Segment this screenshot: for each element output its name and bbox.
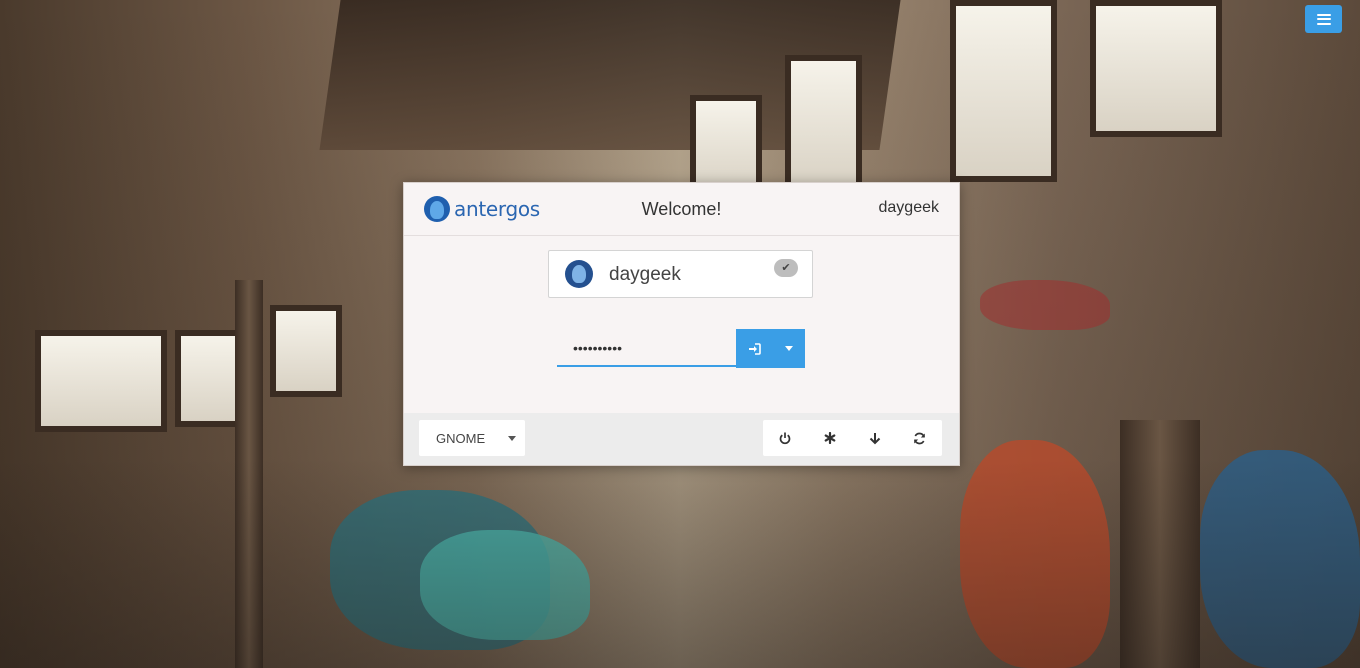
asterisk-icon — [824, 432, 836, 444]
header-username: daygeek — [878, 199, 940, 216]
arrow-down-icon — [869, 432, 881, 444]
login-dialog: antergos Welcome! daygeek daygeek ✔ GNOM… — [403, 182, 960, 466]
check-icon: ✔ — [774, 259, 798, 277]
welcome-title: Welcome! — [641, 199, 722, 219]
menu-button[interactable] — [1305, 5, 1342, 33]
chevron-down-icon — [508, 436, 516, 441]
login-options-dropdown[interactable] — [772, 329, 805, 368]
refresh-icon — [914, 432, 925, 444]
restart-button[interactable] — [897, 420, 942, 456]
hamburger-icon — [1316, 13, 1331, 25]
session-select[interactable]: GNOME — [419, 420, 525, 456]
shutdown-button[interactable] — [763, 420, 808, 456]
dialog-footer: GNOME — [404, 413, 959, 465]
user-name: daygeek — [609, 264, 681, 285]
dialog-header: antergos Welcome! daygeek — [404, 183, 959, 236]
suspend-button[interactable] — [853, 420, 898, 456]
password-input[interactable] — [557, 331, 753, 367]
login-button[interactable] — [736, 329, 772, 368]
login-button-group — [736, 329, 805, 368]
sign-in-icon — [748, 342, 761, 355]
system-actions — [763, 420, 942, 456]
power-icon — [780, 432, 791, 444]
user-selector[interactable]: daygeek ✔ — [548, 250, 813, 298]
session-label: GNOME — [436, 431, 486, 446]
caret-down-icon — [784, 346, 793, 351]
accessibility-button[interactable] — [808, 420, 853, 456]
user-avatar-icon — [565, 260, 593, 288]
